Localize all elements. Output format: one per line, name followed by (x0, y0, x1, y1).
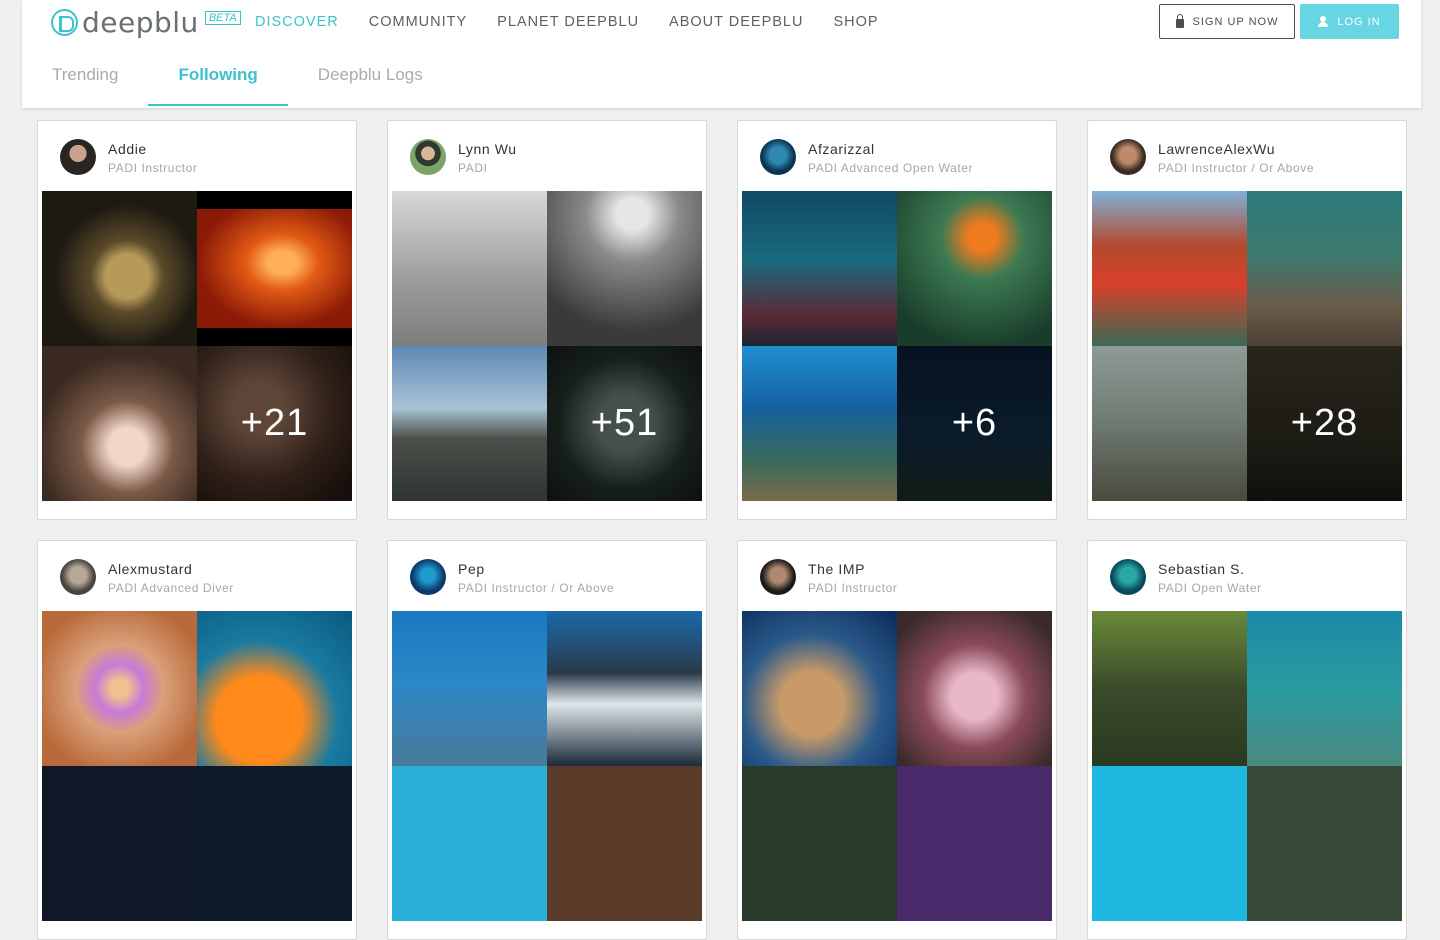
avatar[interactable] (60, 559, 96, 595)
photo-tile[interactable] (742, 611, 897, 766)
photo-tile[interactable]: +6 (897, 346, 1052, 501)
user-certification: PADI Instructor (808, 581, 898, 595)
avatar[interactable] (60, 139, 96, 175)
photo-tile[interactable] (42, 766, 197, 921)
tab-following[interactable]: Following (148, 56, 289, 106)
nav-shop[interactable]: SHOP (833, 13, 878, 31)
lock-icon (1175, 13, 1184, 28)
user-certification: PADI Advanced Open Water (808, 161, 974, 175)
user-certification: PADI Open Water (1158, 581, 1262, 595)
following-grid: Addie PADI Instructor +21 Lynn Wu PADI +… (37, 120, 1407, 940)
sign-up-button[interactable]: SIGN UP NOW (1159, 4, 1295, 39)
nav-planet-deepblu[interactable]: PLANET DEEPBLU (497, 13, 639, 31)
avatar[interactable] (760, 559, 796, 595)
avatar[interactable] (1110, 139, 1146, 175)
user-name[interactable]: Sebastian S. (1158, 561, 1245, 577)
main-nav: DISCOVER COMMUNITY PLANET DEEPBLU ABOUT … (255, 13, 909, 31)
beta-badge: BETA (204, 11, 241, 25)
nav-community[interactable]: COMMUNITY (369, 13, 467, 31)
photo-grid: +6 (742, 191, 1052, 501)
avatar[interactable] (1110, 559, 1146, 595)
photo-grid (392, 611, 702, 921)
user-certification: PADI Advanced Diver (108, 581, 234, 595)
photo-tile[interactable] (742, 191, 897, 346)
photo-tile[interactable] (897, 191, 1052, 346)
avatar[interactable] (410, 559, 446, 595)
user-card[interactable]: The IMP PADI Instructor (737, 540, 1057, 940)
photo-tile[interactable] (1247, 766, 1402, 921)
deepblu-logo-icon (51, 8, 78, 36)
user-certification: PADI Instructor (108, 161, 198, 175)
photo-tile[interactable] (42, 611, 197, 766)
more-photos-count[interactable]: +28 (1247, 346, 1402, 501)
photo-grid (742, 611, 1052, 921)
photo-grid: +21 (42, 191, 352, 501)
photo-grid: +28 (1092, 191, 1402, 501)
photo-tile[interactable] (392, 191, 547, 346)
feed-tabs: Trending Following Deepblu Logs (22, 56, 453, 108)
nav-about-deepblu[interactable]: ABOUT DEEPBLU (669, 13, 803, 31)
photo-tile[interactable] (392, 611, 547, 766)
user-card[interactable]: LawrenceAlexWu PADI Instructor / Or Abov… (1087, 120, 1407, 520)
user-card[interactable]: Lynn Wu PADI +51 (387, 120, 707, 520)
log-in-button[interactable]: LOG IN (1300, 4, 1399, 39)
logo-text: deepblu (82, 5, 199, 39)
photo-tile[interactable]: +21 (197, 346, 352, 501)
photo-tile[interactable] (1247, 611, 1402, 766)
top-header: deepblu BETA DISCOVER COMMUNITY PLANET D… (22, 0, 1421, 108)
user-name[interactable]: Addie (108, 141, 147, 157)
user-certification: PADI Instructor / Or Above (458, 581, 615, 595)
photo-tile[interactable] (547, 611, 702, 766)
photo-tile[interactable] (392, 346, 547, 501)
photo-tile[interactable] (42, 191, 197, 346)
user-card[interactable]: Pep PADI Instructor / Or Above (387, 540, 707, 940)
user-card[interactable]: Alexmustard PADI Advanced Diver (37, 540, 357, 940)
photo-tile[interactable] (392, 766, 547, 921)
photo-tile[interactable] (197, 191, 352, 346)
photo-tile[interactable] (897, 766, 1052, 921)
user-card[interactable]: Addie PADI Instructor +21 (37, 120, 357, 520)
photo-tile[interactable] (1092, 611, 1247, 766)
photo-tile[interactable] (42, 346, 197, 501)
photo-tile[interactable] (897, 611, 1052, 766)
more-photos-count[interactable]: +51 (547, 346, 702, 501)
user-name[interactable]: Pep (458, 561, 485, 577)
tab-trending[interactable]: Trending (22, 56, 148, 106)
photo-tile[interactable] (547, 191, 702, 346)
user-name[interactable]: Lynn Wu (458, 141, 517, 157)
photo-tile[interactable] (547, 766, 702, 921)
photo-tile[interactable] (1092, 346, 1247, 501)
photo-tile[interactable] (1092, 191, 1247, 346)
nav-discover[interactable]: DISCOVER (255, 13, 339, 31)
user-icon (1318, 16, 1329, 27)
user-name[interactable]: Afzarizzal (808, 141, 875, 157)
photo-grid: +51 (392, 191, 702, 501)
more-photos-count[interactable]: +21 (197, 346, 352, 501)
photo-tile[interactable] (197, 611, 352, 766)
photo-tile[interactable] (1092, 766, 1247, 921)
photo-tile[interactable]: +51 (547, 346, 702, 501)
user-name[interactable]: The IMP (808, 561, 865, 577)
photo-tile[interactable]: +28 (1247, 346, 1402, 501)
deepblu-logo[interactable]: deepblu BETA (51, 5, 241, 39)
user-name[interactable]: Alexmustard (108, 561, 192, 577)
user-certification: PADI Instructor / Or Above (1158, 161, 1315, 175)
log-in-label: LOG IN (1337, 15, 1381, 28)
tab-deepblu-logs[interactable]: Deepblu Logs (288, 56, 453, 106)
avatar[interactable] (410, 139, 446, 175)
photo-grid (1092, 611, 1402, 921)
avatar[interactable] (760, 139, 796, 175)
photo-tile[interactable] (742, 346, 897, 501)
photo-grid (42, 611, 352, 921)
photo-tile[interactable] (742, 766, 897, 921)
user-card[interactable]: Sebastian S. PADI Open Water (1087, 540, 1407, 940)
user-certification: PADI (458, 161, 488, 175)
user-card[interactable]: Afzarizzal PADI Advanced Open Water +6 (737, 120, 1057, 520)
sign-up-label: SIGN UP NOW (1192, 15, 1279, 28)
photo-tile[interactable] (1247, 191, 1402, 346)
user-name[interactable]: LawrenceAlexWu (1158, 141, 1275, 157)
more-photos-count[interactable]: +6 (897, 346, 1052, 501)
photo-tile[interactable] (197, 766, 352, 921)
